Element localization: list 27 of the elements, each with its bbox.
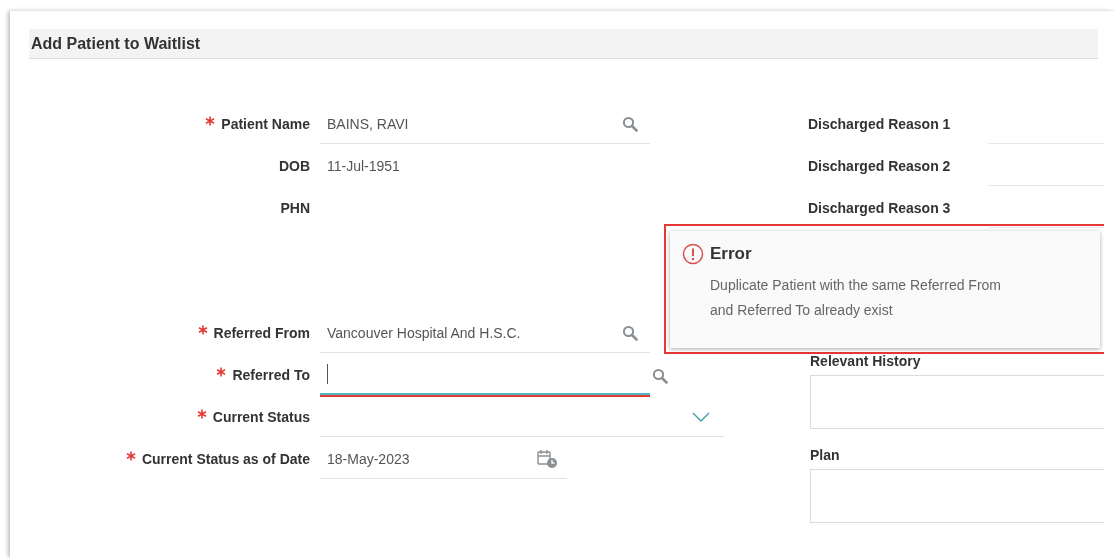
field-label: Referred To (232, 367, 310, 383)
field-value: 11-Jul-1951 (326, 158, 400, 174)
field-label: Discharged Reason 3 (808, 200, 952, 216)
calendar-clock-icon[interactable] (537, 448, 559, 469)
search-icon[interactable] (622, 115, 638, 132)
field-label: DOB (278, 158, 310, 174)
field-label: Discharged Reason 1 (808, 116, 952, 132)
field-label: Current Status (212, 409, 310, 425)
field-label: Referred From (213, 325, 310, 341)
search-icon[interactable] (652, 368, 668, 384)
field-label: PHN (280, 200, 310, 216)
notes-field[interactable] (810, 469, 1104, 523)
form-title: Add Patient to Waitlist (31, 34, 201, 53)
lookup-field[interactable]: Vancouver Hospital And H.S.C. (320, 313, 650, 353)
field-label: Plan (810, 447, 841, 465)
lookup-field[interactable]: BAINS, RAVI (320, 104, 650, 144)
notes-field[interactable] (810, 375, 1104, 429)
field-label: Current Status as of Date (141, 451, 310, 467)
field-label: Discharged Reason 2 (808, 158, 952, 174)
error-icon (682, 243, 704, 265)
date-field[interactable]: 18-May-2023 (320, 439, 567, 479)
field-label: Relevant History (810, 353, 922, 371)
search-icon[interactable] (622, 324, 638, 341)
chevron-down-icon[interactable] (692, 411, 710, 422)
error-message: Duplicate Patient with the same Referred From and Referred To already exist (710, 276, 1002, 320)
field-label: Patient Name (221, 116, 310, 132)
error-title: Error (710, 244, 752, 264)
